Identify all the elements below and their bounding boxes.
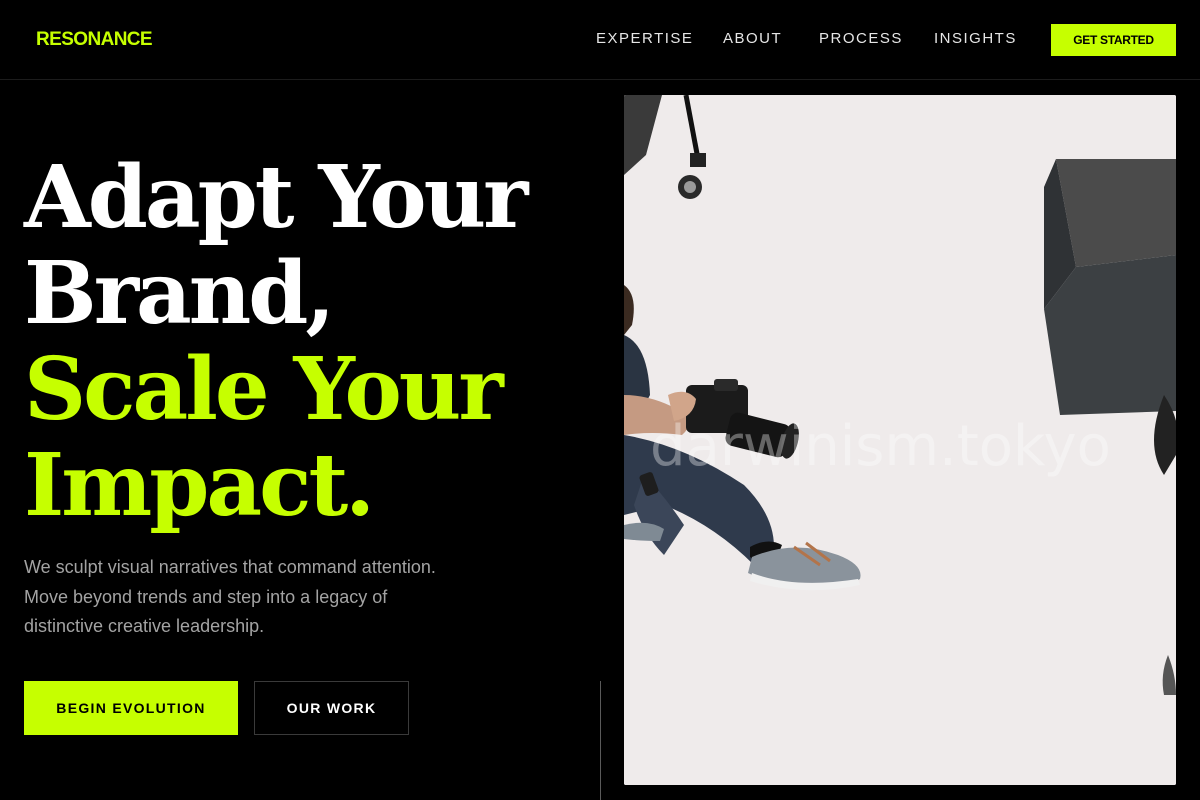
brand-logo[interactable]: RESONANCE: [36, 28, 153, 52]
hero-subtext-line: We sculpt visual narratives that command…: [24, 557, 436, 577]
nav-link-insights[interactable]: INSIGHTS: [934, 28, 1017, 50]
nav-link-about[interactable]: ABOUT: [723, 28, 782, 50]
get-started-button[interactable]: GET STARTED: [1051, 24, 1176, 56]
begin-evolution-button[interactable]: BEGIN EVOLUTION: [24, 681, 238, 735]
headline-line-4: Impact.: [24, 435, 375, 536]
hero-subtext: We sculpt visual narratives that command…: [24, 553, 494, 642]
vertical-divider: [600, 681, 601, 800]
hero-subtext-line: Move beyond trends and step into a legac…: [24, 586, 388, 607]
headline-line-3: Scale Your: [24, 339, 504, 440]
photo-watermark: darwinism.tokyo: [650, 414, 1111, 479]
site-header: RESONANCE EXPERTISE ABOUT PROCESS INSIGH…: [0, 0, 1200, 80]
hero-subtext-line: distinctive creative leadership.: [24, 616, 265, 636]
nav-link-expertise[interactable]: EXPERTISE: [596, 28, 693, 50]
nav-link-process[interactable]: PROCESS: [819, 28, 903, 50]
hero-photo: darwinism.tokyo: [624, 95, 1176, 785]
headline-line-2: Brand,: [24, 243, 335, 344]
our-work-button[interactable]: OUR WORK: [254, 681, 409, 735]
headline-line-1: Adapt Your: [24, 147, 528, 248]
